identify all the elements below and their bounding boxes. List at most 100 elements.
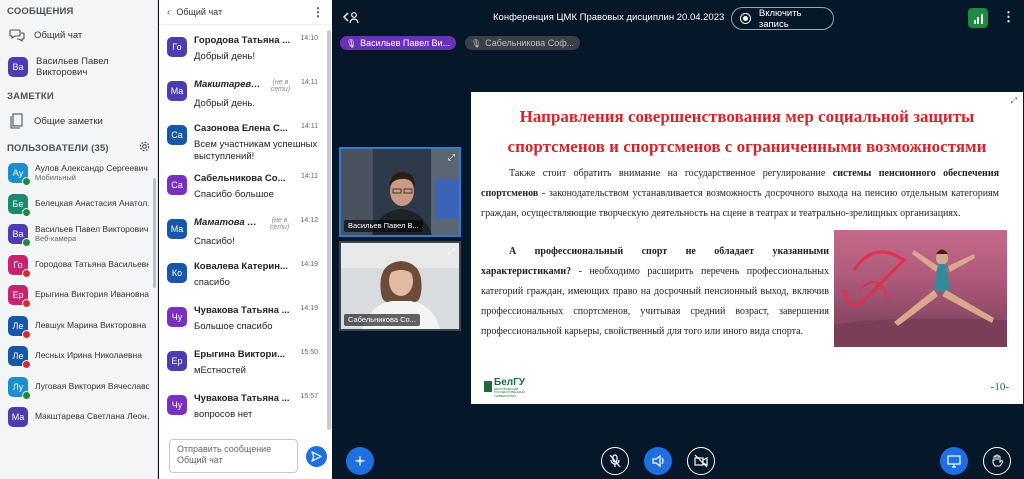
record-button[interactable]: Включить запись (731, 7, 834, 30)
user-list-item[interactable]: Ау Аулов Александр Сергеевич Мобильный (0, 158, 157, 189)
sidebar-scrollbar[interactable] (153, 178, 156, 288)
raise-hand-button[interactable] (983, 447, 1011, 475)
gear-icon[interactable] (139, 141, 150, 155)
video-off-icon (694, 454, 708, 468)
shared-notes-item[interactable]: Общие заметки (0, 106, 157, 136)
collapse-panel-icon[interactable] (343, 10, 359, 27)
actions-button[interactable]: + (346, 447, 374, 475)
chat-message: Го Городова Татьяна ... 14:10 Добрый день! (159, 30, 326, 74)
avatar-initials: Ер (12, 290, 24, 301)
university-logo-subtext: БЕЛГОРОДСКИЙ ГОСУДАРСТВЕННЫЙ УНИВЕРСИТЕТ (494, 387, 525, 398)
message-author: Ерыгина Виктори... (194, 348, 286, 360)
user-name: Городова Татьяна Васильевна (35, 259, 149, 269)
avatar-initials: Лу (12, 381, 24, 392)
more-vertical-icon[interactable]: ⋮ (312, 5, 324, 19)
avatar: Ле (8, 346, 31, 370)
message-text: вопросов нет (194, 408, 253, 420)
message-author: Городова Татьяна ... (194, 35, 291, 46)
message-text: Всем участникам успешных выступлений! (194, 139, 318, 162)
avatar: Го (167, 37, 187, 57)
private-chat-item[interactable]: Ва Васильев Павел Викторович (0, 49, 157, 85)
send-button[interactable] (306, 446, 327, 467)
avatar-initials: Ма (11, 412, 25, 423)
conference-title: Конференция ЦМК Правовых дисциплин 20.04… (493, 12, 725, 23)
chat-title: Общий чат (176, 7, 223, 17)
slide-page-number: -10- (990, 381, 1009, 393)
avatar: Са (167, 125, 187, 145)
talker-name: Сабельникова Соф... (485, 38, 575, 48)
user-list-item[interactable]: Ер Ерыгина Виктория Ивановна (0, 280, 157, 311)
user-list-item[interactable]: Лу Луговая Виктория Вячеславовна (0, 372, 157, 403)
talking-indicator: 🎙 Васильев Павел Ви... (340, 36, 457, 50)
message-text: спасибо (194, 276, 230, 288)
avatar-initials: Го (13, 259, 23, 270)
chat-message: Ер Ерыгина Виктори... 15:50 мЕстностей (159, 344, 326, 388)
video-name-label: Сабельникова Со... (344, 314, 420, 326)
message-time: 14:12 (300, 216, 318, 224)
avatar: Ле (8, 315, 31, 339)
user-list-item[interactable]: Ле Лесных Ирина Николаевна (0, 341, 157, 372)
microphone-icon: 🎙 (471, 38, 482, 48)
talking-indicator: 🎙 Сабельникова Соф... (465, 36, 581, 50)
university-logo-icon (484, 381, 492, 393)
user-device: Мобильный (35, 172, 76, 182)
shared-notes-label: Общие заметки (34, 115, 103, 127)
fullscreen-icon[interactable]: ⤢ (448, 152, 455, 163)
chat-message: Чу Чувакова Татьяна ... 15:57 вопросов нет (159, 388, 326, 430)
speaker-icon (652, 454, 664, 468)
microphone-muted-icon (22, 360, 31, 370)
slide-text: - законодательством устанавливается возм… (481, 188, 999, 219)
video-name-label: Васильев Павел В... (344, 220, 423, 232)
avatar: Ер (8, 285, 31, 309)
chat-header: ‹ Общий чат ⋮ (159, 0, 332, 25)
user-name: Луговая Виктория Вячеславовна (35, 381, 149, 391)
gymnast-photo (834, 230, 1007, 347)
avatar-initials: Ва (12, 229, 24, 240)
video-tile[interactable]: ⤢ Васильев Павел В... (339, 147, 461, 237)
message-text: Спасибо большое (194, 188, 274, 200)
more-vertical-icon[interactable]: ⋮ (1002, 9, 1015, 25)
message-time: 14:11 (301, 172, 318, 180)
message-author: Маматова С... (194, 216, 260, 228)
message-author: Ковалева Катерин... (194, 260, 288, 272)
avatar: Ма (167, 81, 187, 101)
share-screen-button[interactable] (940, 447, 968, 475)
chevron-left-icon[interactable]: ‹ (167, 7, 170, 18)
microphone-on-icon (22, 238, 31, 248)
avatar: Чу (167, 306, 187, 327)
message-text: Спасибо! (194, 235, 235, 247)
user-list-item[interactable]: Го Городова Татьяна Васильевна (0, 250, 157, 281)
public-chat-item[interactable]: Общий чат (0, 21, 157, 49)
user-name: Макштарева Светлана Леонидовна (35, 412, 149, 422)
microphone-on-icon (22, 207, 31, 217)
leave-audio-button[interactable] (644, 447, 672, 475)
microphone-off-icon (609, 454, 621, 468)
send-icon (311, 451, 322, 462)
chat-message: Ма Макштарева... (не в сети) 14:11 Добрый де… (159, 74, 326, 118)
video-tile[interactable]: ⤢ Сабельникова Со... (339, 241, 461, 331)
message-time: 14:11 (301, 123, 318, 130)
main-area: Конференция ЦМК Правовых дисциплин 20.04… (333, 0, 1024, 479)
message-text: Большое спасибо (194, 320, 273, 332)
avatar: Ва (8, 57, 28, 77)
record-icon (740, 13, 751, 24)
message-time: 14:19 (300, 304, 318, 312)
user-list-item[interactable]: Бе Белецкая Анастасия Анатольевна (0, 189, 157, 220)
talker-name: Васильев Павел Ви... (360, 38, 451, 48)
plus-icon: + (354, 450, 366, 471)
share-webcam-button[interactable] (687, 447, 715, 475)
chat-message-input[interactable]: Отправить сообщение Общий чат (169, 439, 298, 473)
microphone-icon: 🎙 (346, 38, 357, 48)
mute-microphone-button[interactable] (601, 447, 629, 475)
user-list-item[interactable]: Ле Левшук Марина Викторовна (0, 311, 157, 342)
fullscreen-icon[interactable]: ⤢ (448, 246, 455, 257)
avatar-initials: Бе (12, 198, 24, 209)
user-name: Ерыгина Виктория Ивановна (35, 290, 149, 300)
chat-scrollbar[interactable] (327, 30, 331, 430)
slide-text: Также стоит обратить внимание на государ… (509, 168, 833, 179)
user-list-item[interactable]: Ва Васильев Павел Викторович Веб-камера (0, 219, 157, 250)
chat-message: Ма Маматова С... (не в сети) 14:12 Спасибо! (159, 212, 326, 256)
user-list-item[interactable]: Ма Макштарева Светлана Леонидовна (0, 402, 157, 433)
private-chat-label: Васильев Павел Викторович (36, 56, 109, 78)
connection-status-icon[interactable] (968, 8, 988, 28)
